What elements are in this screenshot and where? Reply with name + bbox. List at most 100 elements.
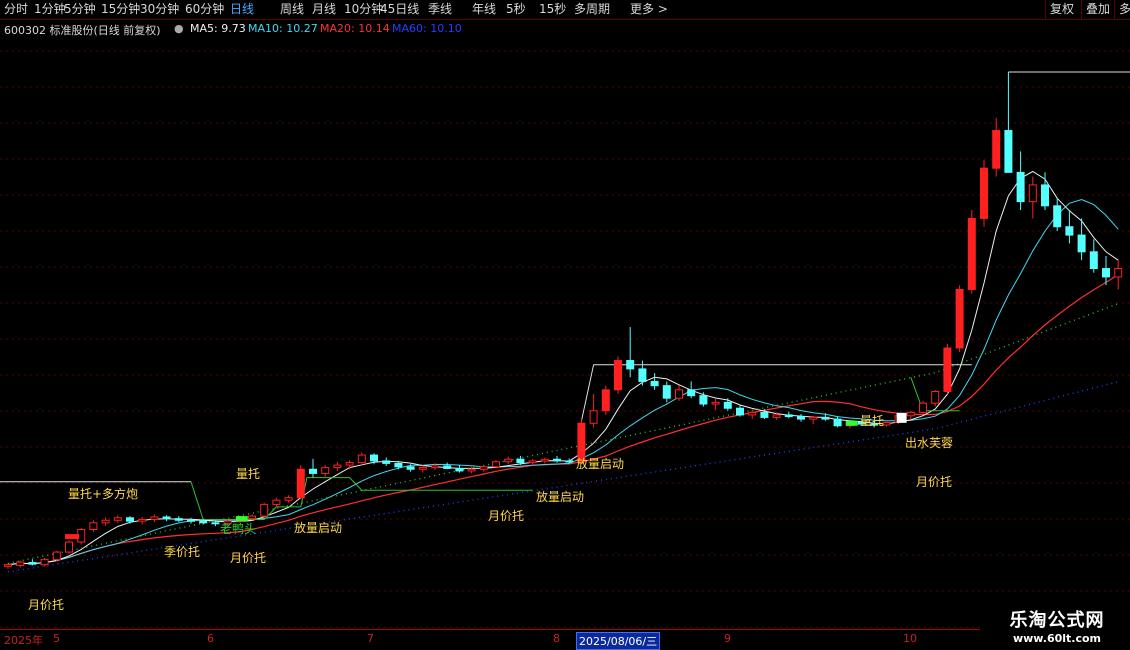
candle-body[interactable] xyxy=(1065,226,1074,236)
toolbar-button-1[interactable]: 叠加 xyxy=(1081,0,1114,19)
period-tab-1[interactable]: 1分钟 xyxy=(34,1,66,18)
candle-body[interactable] xyxy=(479,466,488,470)
candle-body[interactable] xyxy=(40,559,49,566)
candle-body[interactable] xyxy=(748,411,757,416)
candle-body[interactable] xyxy=(565,460,574,463)
candle-body[interactable] xyxy=(260,503,269,517)
candle-body[interactable] xyxy=(540,458,549,462)
candle-body[interactable] xyxy=(1077,234,1086,253)
candle-body[interactable] xyxy=(394,462,403,468)
candle-body[interactable] xyxy=(955,288,964,349)
period-tab-2[interactable]: 5分钟 xyxy=(64,1,96,18)
candle-body[interactable] xyxy=(357,454,366,464)
period-tab-0[interactable]: 分时 xyxy=(4,1,28,18)
candle-body[interactable] xyxy=(126,517,134,522)
candle-body[interactable] xyxy=(980,167,988,219)
candle-body[interactable] xyxy=(89,522,98,530)
candle-body[interactable] xyxy=(577,422,586,463)
period-tab-4[interactable]: 30分钟 xyxy=(140,1,179,18)
candle-body[interactable] xyxy=(931,390,940,404)
candle-body[interactable] xyxy=(772,414,781,418)
candle-body[interactable] xyxy=(309,468,317,474)
candle-body[interactable] xyxy=(723,401,732,409)
candle-body[interactable] xyxy=(284,497,293,501)
candle-body[interactable] xyxy=(760,411,769,418)
candle-body[interactable] xyxy=(638,368,647,382)
candle-body[interactable] xyxy=(321,467,330,474)
candle-body[interactable] xyxy=(699,395,708,405)
candle-body[interactable] xyxy=(992,130,1001,169)
candle-body[interactable] xyxy=(101,519,110,524)
candle-body[interactable] xyxy=(492,461,500,468)
candle-body[interactable] xyxy=(467,468,476,472)
candle-body[interactable] xyxy=(333,464,342,469)
toolbar-button-2[interactable]: 多 xyxy=(1114,0,1130,19)
candle-body[interactable] xyxy=(345,462,354,466)
candle-body[interactable] xyxy=(1028,184,1037,203)
candle-body[interactable] xyxy=(382,460,391,464)
period-tab-11[interactable]: 季线 xyxy=(428,1,452,18)
collapse-circle-icon[interactable]: ● xyxy=(174,22,184,35)
candle-body[interactable] xyxy=(370,454,378,462)
candle-body[interactable] xyxy=(187,519,195,522)
period-tab-10[interactable]: 45日线 xyxy=(380,1,419,18)
candle-body[interactable] xyxy=(1041,184,1049,207)
candle-body[interactable] xyxy=(162,516,171,520)
period-tab-13[interactable]: 5秒 xyxy=(506,1,526,18)
toolbar-button-0[interactable]: 复权 xyxy=(1045,0,1078,19)
candle-body[interactable] xyxy=(650,380,659,387)
candle-body[interactable] xyxy=(1004,130,1013,173)
candle-body[interactable] xyxy=(516,458,525,464)
candle-body[interactable] xyxy=(174,518,183,521)
candle-body[interactable] xyxy=(150,516,159,520)
candle-body[interactable] xyxy=(711,401,720,405)
candle-body[interactable] xyxy=(906,411,915,417)
candle-body[interactable] xyxy=(272,499,281,505)
candle-body[interactable] xyxy=(736,407,744,416)
period-tab-7[interactable]: 周线 xyxy=(280,1,304,18)
period-tab-16[interactable]: 更多 > xyxy=(630,1,668,18)
candle-body[interactable] xyxy=(919,402,927,413)
period-tab-6[interactable]: 日线 xyxy=(230,1,254,18)
candle-body[interactable] xyxy=(443,465,452,469)
candle-body[interactable] xyxy=(833,418,842,427)
candle-body[interactable] xyxy=(528,460,537,464)
candle-body[interactable] xyxy=(589,410,598,424)
period-tab-9[interactable]: 10分钟 xyxy=(344,1,383,18)
candle-body[interactable] xyxy=(16,561,25,566)
candle-body[interactable] xyxy=(455,467,464,472)
candle-body[interactable] xyxy=(967,217,976,290)
candle-body[interactable] xyxy=(1089,251,1098,270)
candle-body[interactable] xyxy=(601,389,610,412)
candle-body[interactable] xyxy=(553,458,561,462)
candle-body[interactable] xyxy=(1053,205,1062,228)
candle-body[interactable] xyxy=(431,465,439,469)
candle-body[interactable] xyxy=(1114,268,1123,278)
candle-body[interactable] xyxy=(687,389,696,397)
candle-body[interactable] xyxy=(784,414,793,418)
candle-body[interactable] xyxy=(797,416,805,420)
candle-body[interactable] xyxy=(943,347,952,392)
candle-body[interactable] xyxy=(418,467,427,470)
candle-body[interactable] xyxy=(296,468,305,499)
candle-body[interactable] xyxy=(113,517,122,521)
candle-body[interactable] xyxy=(52,551,61,561)
candle-body[interactable] xyxy=(504,458,513,463)
period-tab-14[interactable]: 15秒 xyxy=(539,1,566,18)
candle-body[interactable] xyxy=(1102,268,1110,278)
candle-body[interactable] xyxy=(65,541,73,553)
candle-body[interactable] xyxy=(675,389,683,399)
candle-body[interactable] xyxy=(1016,171,1025,203)
period-tab-5[interactable]: 60分钟 xyxy=(185,1,224,18)
candle-body[interactable] xyxy=(809,416,818,420)
candle-body[interactable] xyxy=(248,515,256,520)
period-tab-8[interactable]: 月线 xyxy=(312,1,336,18)
candle-body[interactable] xyxy=(4,564,12,567)
candlestick-chart[interactable]: 量托+多方炮季价托月价托老鸭头量托放量启动月价托放量启动放量启动量托出水芙蓉月价… xyxy=(0,38,1130,628)
period-tab-3[interactable]: 15分钟 xyxy=(101,1,140,18)
candle-body[interactable] xyxy=(199,520,208,524)
period-tab-15[interactable]: 多周期 xyxy=(574,1,610,18)
candle-body[interactable] xyxy=(138,518,147,522)
candle-body[interactable] xyxy=(662,385,671,399)
candle-body[interactable] xyxy=(211,522,220,525)
